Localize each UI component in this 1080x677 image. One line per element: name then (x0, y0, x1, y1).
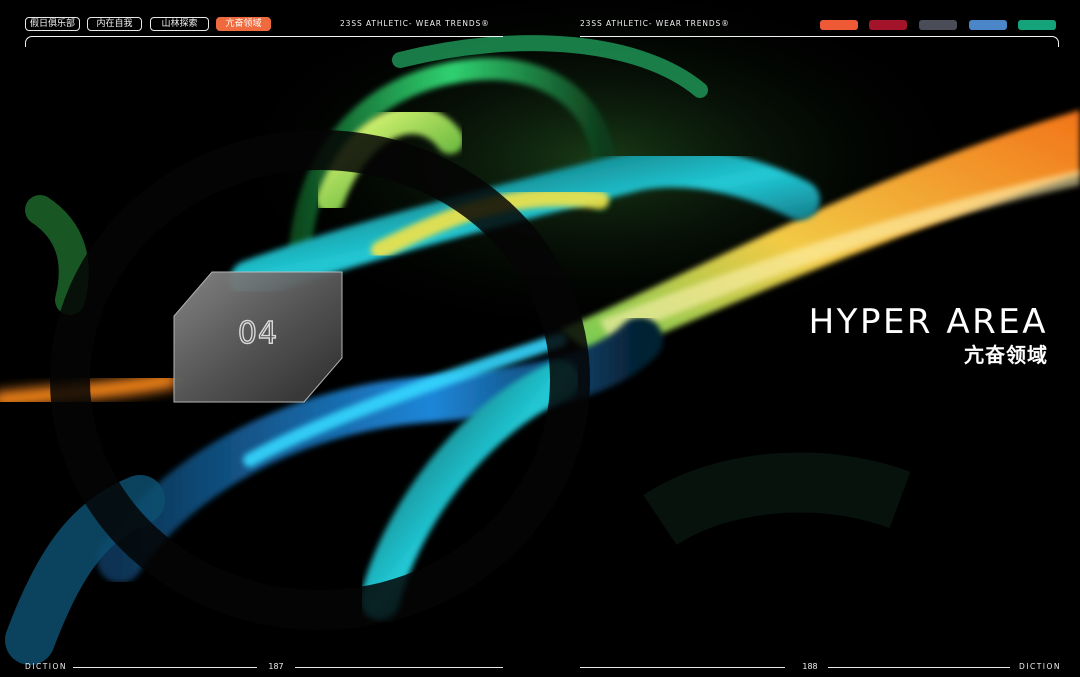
chapter-title-en: HYPER AREA (808, 302, 1048, 342)
magazine-spread: 假日俱乐部 内在自我 山林探索 亢奋领域 23SS ATHLETIC- WEAR… (0, 0, 1080, 677)
header-frame-left (25, 36, 503, 47)
color-swatch-blue (969, 20, 1007, 30)
footer-line-left-2 (295, 667, 503, 668)
page-number-right: 188 (802, 662, 818, 671)
footer-brand-left: DICTION (25, 662, 68, 671)
tab-hyper-area[interactable]: 亢奋领域 (216, 17, 271, 31)
color-swatch-orange (820, 20, 858, 30)
footer-line-right-1 (580, 667, 785, 668)
footer-line-left-1 (73, 667, 257, 668)
trend-label-right: 23SS ATHLETIC- WEAR TRENDS® (580, 19, 730, 28)
chapter-number: 04 (237, 315, 279, 351)
page-number-left: 187 (268, 662, 284, 671)
color-swatch-crimson (869, 20, 907, 30)
color-swatch-green (1018, 20, 1056, 30)
chapter-title-cn: 亢奋领域 (964, 343, 1048, 367)
tab-holiday-club[interactable]: 假日俱乐部 (25, 17, 80, 31)
trend-label-left: 23SS ATHLETIC- WEAR TRENDS® (340, 19, 490, 28)
tab-mountain-exploration[interactable]: 山林探索 (150, 17, 209, 31)
color-swatch-slate (919, 20, 957, 30)
footer-line-right-2 (828, 667, 1010, 668)
tab-inner-self[interactable]: 内在自我 (87, 17, 142, 31)
footer-brand-right: DICTION (1019, 662, 1062, 671)
header-frame-right (580, 36, 1059, 47)
